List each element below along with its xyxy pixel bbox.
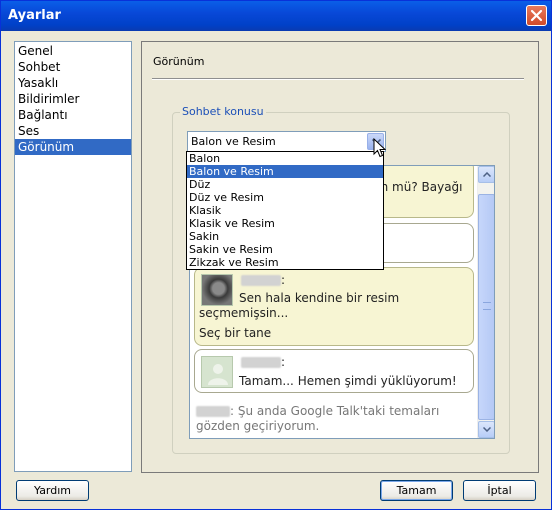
chevron-down-icon (483, 427, 491, 432)
category-item-genel[interactable]: Genel (15, 43, 131, 59)
scroll-grip (483, 302, 491, 310)
scroll-down-button[interactable] (478, 421, 494, 438)
status-text: : Şu anda Google Talk'taki temaları gözd… (196, 404, 440, 433)
dropdown-option[interactable]: Sakin ve Resim (187, 243, 383, 256)
dropdown-option[interactable]: Balon (187, 152, 383, 165)
default-avatar-icon (208, 364, 228, 385)
avatar (201, 356, 233, 388)
category-item-yasakli[interactable]: Yasaklı (15, 75, 131, 91)
ok-button[interactable]: Tamam (380, 480, 453, 501)
category-item-bildirimler[interactable]: Bildirimler (15, 91, 131, 107)
sender-name-blurred: : (241, 355, 285, 369)
dropdown-option[interactable]: Zikzak ve Resim (187, 256, 383, 269)
panel-title: Görünüm (153, 55, 205, 68)
preview-message-2-line3: Seç bir tane (199, 326, 272, 340)
category-list[interactable]: Genel Sohbet Yasaklı Bildirimler Bağlant… (14, 41, 132, 472)
scroll-up-button[interactable] (478, 166, 494, 183)
panel-divider (152, 78, 524, 80)
cancel-button[interactable]: İptal (463, 480, 536, 501)
category-item-gorunum[interactable]: Görünüm (15, 139, 131, 155)
category-item-ses[interactable]: Ses (15, 123, 131, 139)
preview-message-3: Tamam... Hemen şimdi yüklüyorum! (239, 374, 457, 388)
dropdown-option[interactable]: Düz ve Resim (187, 191, 383, 204)
theme-select[interactable]: Balon ve Resim (187, 131, 386, 152)
dropdown-option[interactable]: Sakin (187, 230, 383, 243)
group-label: Sohbet konusu (180, 105, 266, 118)
settings-window: Ayarlar Genel Sohbet Yasaklı Bildirimler… (0, 0, 552, 510)
mouse-cursor-icon (373, 138, 386, 158)
scroll-thumb[interactable] (478, 194, 494, 420)
theme-dropdown-list[interactable]: Balon Balon ve Resim Düz Düz ve Resim Kl… (186, 151, 384, 270)
preview-bubble-3: : Sen hala kendine bir resim seçmemişsin… (194, 267, 474, 346)
preview-message-2-line1: Sen hala kendine bir resim (239, 291, 400, 305)
window-title: Ayarlar (8, 8, 61, 23)
theme-select-value: Balon ve Resim (191, 135, 276, 148)
preview-message-2-line2: seçmemişsin... (199, 306, 289, 320)
category-item-sohbet[interactable]: Sohbet (15, 59, 131, 75)
dropdown-option-selected[interactable]: Balon ve Resim (187, 165, 383, 178)
title-bar: Ayarlar (1, 1, 551, 31)
preview-bubble-4: : Tamam... Hemen şimdi yüklüyorum! (194, 349, 474, 393)
dropdown-option[interactable]: Klasik (187, 204, 383, 217)
preview-message-1: ün mü? Bayağı (373, 180, 463, 194)
close-icon (530, 9, 543, 22)
sender-name-blurred: : (241, 273, 285, 287)
dropdown-option[interactable]: Klasik ve Resim (187, 217, 383, 230)
help-button[interactable]: Yardım (16, 480, 89, 501)
close-button[interactable] (526, 5, 547, 26)
preview-scrollbar[interactable] (477, 166, 494, 438)
dropdown-option[interactable]: Düz (187, 178, 383, 191)
status-message: : Şu anda Google Talk'taki temaları gözd… (196, 404, 466, 434)
category-item-baglanti[interactable]: Bağlantı (15, 107, 131, 123)
avatar (201, 274, 233, 306)
chevron-up-icon (483, 172, 491, 177)
